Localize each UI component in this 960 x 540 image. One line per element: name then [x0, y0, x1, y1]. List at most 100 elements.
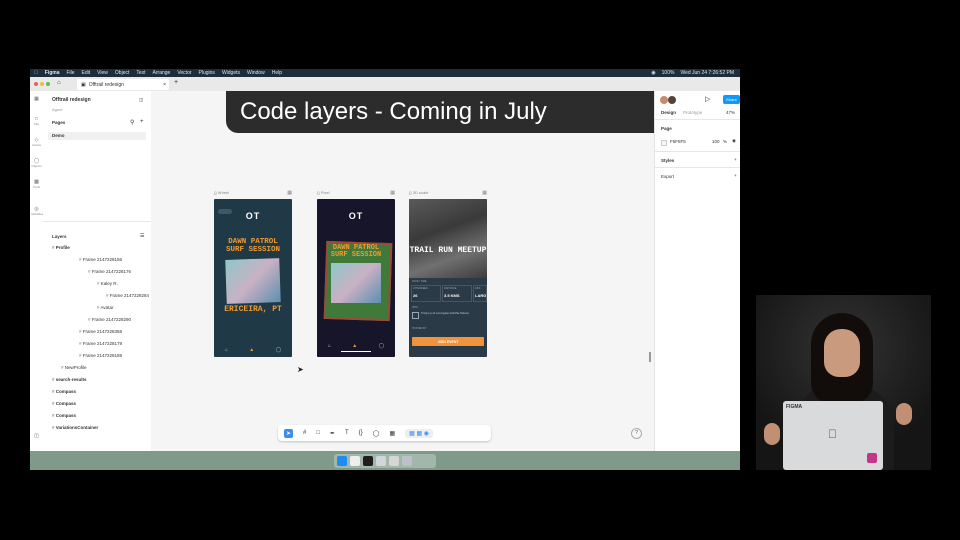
rail-tools[interactable]: ▩ Tools [31, 179, 42, 189]
zoom-window-icon[interactable] [46, 82, 50, 86]
help-button[interactable]: ? [631, 428, 642, 439]
present-icon[interactable]: ▷ [705, 95, 710, 103]
layer-row[interactable]: # Frame 2147228188 [79, 353, 122, 358]
layer-row[interactable]: # Profile [52, 245, 70, 250]
notion-icon[interactable] [350, 456, 360, 466]
canvas-scrollbar[interactable] [649, 352, 651, 362]
add-tab-button[interactable]: + [174, 79, 178, 86]
layer-row[interactable]: # Kaley R. [97, 281, 118, 286]
menu-edit[interactable]: Edit [82, 70, 91, 76]
tab-design[interactable]: Design [661, 110, 676, 115]
layer-row[interactable]: # Frame 2147228290 [88, 317, 131, 322]
text-tool-icon[interactable]: T [345, 430, 349, 436]
layer-row[interactable]: # Frame 2147228358 [79, 329, 122, 334]
figma-app: ▦ □ File ◇ Assets ◯ Objects ▩ Tools ◎ Variabl… [30, 91, 740, 451]
rail-file[interactable]: □ File [31, 116, 42, 126]
app-logo: OT [348, 211, 364, 221]
minimize-window-icon[interactable] [40, 82, 44, 86]
laptop-sticker: FIGMA [786, 404, 803, 410]
layer-row[interactable]: # VariationsContainer [52, 425, 98, 430]
figma-menu-icon[interactable]: ▦ [31, 96, 42, 102]
layer-row[interactable]: # Compass [52, 389, 76, 394]
menu-widgets[interactable]: Widgets [222, 70, 240, 76]
close-tab-icon[interactable]: × [163, 82, 169, 88]
file-name[interactable]: Offtrail redesign [52, 97, 91, 103]
canvas[interactable]: Code layers - Coming in July {} Wheel ▦ … [151, 91, 654, 451]
frame-tool-icon[interactable]: # [303, 430, 306, 436]
move-tool-icon[interactable]: ➤ [284, 428, 294, 438]
visibility-icon[interactable]: ◉ [732, 138, 736, 144]
home-icon[interactable]: ⌂ [57, 80, 61, 86]
tab-prototype[interactable]: Prototype [683, 110, 702, 115]
rail-objects[interactable]: ◯ Objects [31, 158, 42, 168]
frame-code-icon[interactable]: ▦ [482, 190, 487, 196]
add-export-icon[interactable]: + [734, 173, 737, 178]
rail-variables[interactable]: ◎ Variables [31, 206, 43, 216]
add-page-icon[interactable]: + [140, 119, 144, 125]
home-nav-icon[interactable]: ⌂ [328, 343, 331, 349]
menu-app-name[interactable]: Figma [45, 70, 60, 76]
menu-plugins[interactable]: Plugins [199, 70, 215, 76]
add-style-icon[interactable]: + [734, 157, 737, 162]
layer-row[interactable]: # Frame 2147228176 [88, 269, 131, 274]
page-opacity-value[interactable]: 100 [712, 139, 720, 144]
code-tool-icon[interactable]: {} [359, 430, 363, 436]
layer-row[interactable]: # Compass [52, 413, 76, 418]
tab-offtrail-redesign[interactable]: ▣ Offtrail redesign × [77, 79, 169, 90]
layer-row[interactable]: # Frame 2147228179 [79, 341, 122, 346]
layer-row[interactable]: # Avatar [97, 305, 113, 310]
layer-row[interactable]: # Frame 2147228156 [79, 257, 122, 262]
help-resources-icon[interactable]: ◫ [31, 433, 42, 439]
menu-text[interactable]: Text [136, 70, 145, 76]
home-nav-icon[interactable]: ⌂ [225, 347, 228, 353]
collapse-panel-icon[interactable]: ◫ [139, 97, 143, 103]
comment-tool-icon[interactable]: ◯ [373, 430, 380, 437]
avatar[interactable] [660, 96, 668, 104]
ticket-nav-icon[interactable]: ▲ [249, 347, 254, 353]
battery-level[interactable]: 100% [662, 70, 675, 76]
finder-icon[interactable] [337, 456, 347, 466]
dev-mode-toggle[interactable]: ▦ ▦ ◉ [405, 428, 434, 438]
avatar[interactable] [668, 96, 676, 104]
menu-vector[interactable]: Vector [177, 70, 191, 76]
wifi-icon[interactable]: ◉ [651, 70, 655, 76]
page-color-swatch[interactable] [661, 140, 667, 146]
rail-assets[interactable]: ◇ Assets [31, 137, 42, 147]
menu-clock[interactable]: Wed Jun 24 7:26:52 PM [680, 70, 734, 76]
menu-arrange[interactable]: Arrange [153, 70, 171, 76]
frame-code-icon[interactable]: ▦ [287, 190, 292, 196]
share-button[interactable]: Share [723, 95, 740, 104]
menu-object[interactable]: Object [115, 70, 129, 76]
layer-row[interactable]: # Compass [52, 401, 76, 406]
layer-row[interactable]: # Frame 2147228284 [106, 293, 149, 298]
menu-window[interactable]: Window [247, 70, 265, 76]
shape-tool-icon[interactable]: □ [316, 430, 320, 436]
profile-nav-icon[interactable]: ◯ [276, 347, 282, 353]
frame-3d-scale[interactable]: {} 3D scale ▦ TRAIL RUN MEETUP DATE / TI… [409, 190, 487, 359]
frame-code-icon[interactable]: ▦ [390, 190, 395, 196]
layers-options-icon[interactable]: ☰ [140, 233, 144, 239]
frame-pixel[interactable]: {} Pixel ▦ OT DAWN PATROL SURF SESSION ⌂… [317, 190, 395, 359]
trash-icon[interactable] [402, 456, 412, 466]
actions-tool-icon[interactable]: ▦ [389, 430, 395, 437]
settings-icon[interactable] [376, 456, 386, 466]
close-window-icon[interactable] [34, 82, 38, 86]
zoom-level[interactable]: 47% [726, 110, 735, 115]
menu-help[interactable]: Help [272, 70, 282, 76]
frame-wheel[interactable]: {} Wheel ▦ OT DAWN PATROL SURF SESSION E… [214, 190, 292, 359]
profile-nav-icon[interactable]: ◯ [379, 343, 385, 349]
figma-icon[interactable] [363, 456, 373, 466]
presenter-face [824, 329, 860, 377]
preview-icon[interactable] [389, 456, 399, 466]
menu-view[interactable]: View [97, 70, 108, 76]
search-icon[interactable]: ⚲ [130, 119, 134, 126]
layer-row[interactable]: # NewProfile [61, 365, 87, 370]
ticket-nav-icon[interactable]: ▲ [352, 343, 357, 349]
page-item-demo[interactable]: Demo [48, 132, 146, 140]
apple-icon[interactable]:  [34, 70, 38, 76]
page-color-value[interactable]: F5F5F5 [670, 139, 686, 144]
menu-file[interactable]: File [66, 70, 74, 76]
pen-tool-icon[interactable]: ✒ [330, 430, 335, 437]
layer-row[interactable]: # search-results [52, 377, 87, 382]
join-event-button[interactable]: JOIN EVENT [412, 337, 484, 346]
